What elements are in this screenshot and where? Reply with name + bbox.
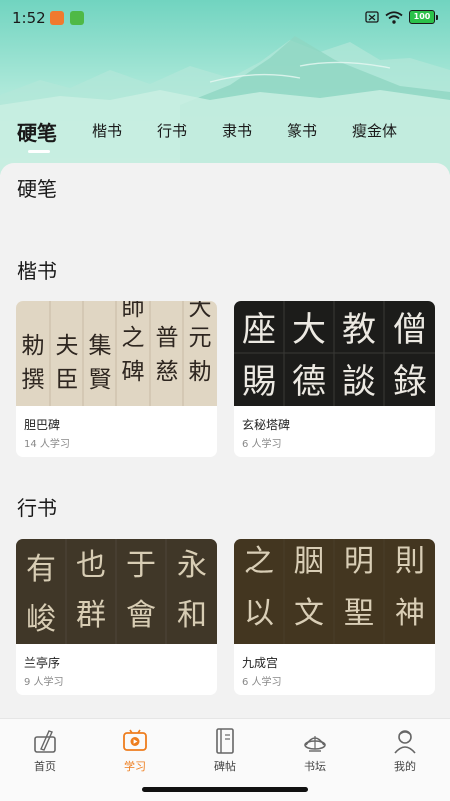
learner-count: 9 人学习 [24, 677, 64, 688]
sim-off-icon [365, 11, 379, 23]
nav-forum[interactable]: 书坛 [270, 727, 360, 783]
copybook-title: 胆巴碑 [24, 418, 61, 432]
copybook-title: 九成宫 [242, 656, 279, 670]
copybook-card[interactable]: 之 以 胭 文 明 聖 則 神 九成宫 6 人学习 [234, 539, 435, 695]
svg-text:元: 元 [189, 325, 212, 351]
copybook-thumbnail: 之 以 胭 文 明 聖 則 神 [234, 539, 435, 644]
copybook-card[interactable]: 有 峻 也 群 于 會 永 和 兰亭序 9 人学习 [16, 539, 217, 695]
tab-zhuanshu[interactable]: 篆书 [287, 120, 317, 141]
learner-count: 14 人学习 [24, 439, 70, 450]
svg-text:僧: 僧 [393, 310, 427, 350]
svg-text:德: 德 [292, 362, 326, 402]
nav-label: 学习 [124, 760, 146, 773]
home-brush-icon [34, 730, 56, 753]
svg-text:普: 普 [156, 325, 179, 351]
copybook-title: 玄秘塔碑 [242, 418, 291, 432]
svg-text:胭: 胭 [294, 544, 324, 579]
copybook-title: 兰亭序 [24, 656, 61, 670]
notification-android-icon [70, 11, 84, 25]
svg-text:會: 會 [126, 598, 156, 633]
svg-text:慈: 慈 [156, 359, 179, 385]
svg-text:夫: 夫 [56, 333, 79, 359]
nav-label: 书坛 [304, 760, 326, 773]
nav-study[interactable]: 学习 [90, 727, 180, 783]
svg-text:勅: 勅 [22, 333, 45, 359]
svg-text:碑: 碑 [122, 359, 145, 385]
content-panel[interactable]: 硬笔 楷书 師 夫 集 之 普 元 勅 撰 臣 賢 碑 慈 勅 大 胆巴碑 14… [0, 163, 450, 718]
tab-hardpen[interactable]: 硬笔 [17, 117, 57, 146]
forum-icon [304, 736, 326, 752]
study-video-icon [123, 729, 147, 751]
battery-icon: 100 [409, 10, 438, 24]
notification-app-icon [50, 11, 64, 25]
svg-text:座: 座 [242, 310, 276, 350]
svg-text:以: 以 [244, 596, 274, 631]
svg-text:教: 教 [342, 310, 376, 350]
nav-profile[interactable]: 我的 [360, 727, 450, 783]
copybook-thumbnail: 座 賜 大 德 教 談 僧 錄 [234, 301, 435, 406]
section-title-hardpen: 硬笔 [17, 177, 57, 201]
profile-icon [394, 730, 416, 754]
learner-count: 6 人学习 [242, 677, 282, 688]
svg-text:群: 群 [76, 598, 106, 633]
svg-text:大: 大 [292, 310, 326, 350]
nav-label: 碑帖 [214, 760, 236, 773]
svg-text:大: 大 [189, 301, 212, 321]
learner-count: 6 人学习 [242, 439, 282, 450]
svg-text:永: 永 [177, 548, 207, 583]
svg-text:師: 師 [122, 301, 145, 321]
svg-text:則: 則 [395, 544, 425, 579]
svg-text:神: 神 [395, 596, 425, 631]
tab-shoujinti[interactable]: 瘦金体 [352, 120, 397, 141]
svg-text:勅: 勅 [189, 359, 212, 385]
svg-text:集: 集 [89, 333, 112, 359]
copybook-thumbnail: 有 峻 也 群 于 會 永 和 [16, 539, 217, 644]
svg-text:峻: 峻 [26, 602, 56, 637]
book-icon [216, 728, 234, 754]
nav-copybooks[interactable]: 碑帖 [180, 727, 270, 783]
status-bar: 1:52 100 [0, 0, 450, 38]
svg-text:賢: 賢 [89, 367, 112, 393]
svg-text:于: 于 [126, 548, 156, 583]
svg-text:和: 和 [177, 598, 207, 633]
copybook-card[interactable]: 座 賜 大 德 教 談 僧 錄 玄秘塔碑 6 人学习 [234, 301, 435, 457]
copybook-card[interactable]: 師 夫 集 之 普 元 勅 撰 臣 賢 碑 慈 勅 大 胆巴碑 14 人学习 [16, 301, 217, 457]
battery-level: 100 [409, 10, 435, 24]
svg-text:文: 文 [294, 596, 324, 631]
svg-text:之: 之 [122, 325, 145, 351]
category-tabs: 硬笔 楷书 行书 隶书 篆书 瘦金体 [0, 112, 450, 158]
nav-label: 我的 [394, 760, 416, 773]
status-time: 1:52 [12, 9, 46, 27]
svg-text:聖: 聖 [344, 596, 374, 631]
tab-lishu[interactable]: 隶书 [222, 120, 252, 141]
wifi-icon [385, 10, 403, 24]
svg-text:有: 有 [26, 552, 56, 587]
nav-label: 首页 [34, 760, 56, 773]
section-title-xingshu: 行书 [17, 496, 57, 520]
svg-text:撰: 撰 [22, 367, 45, 393]
svg-text:談: 談 [342, 362, 376, 402]
svg-text:錄: 錄 [393, 362, 427, 402]
home-indicator[interactable] [142, 787, 308, 792]
svg-text:賜: 賜 [242, 362, 276, 402]
svg-text:明: 明 [344, 544, 374, 579]
section-title-kaishu: 楷书 [17, 259, 57, 283]
svg-text:之: 之 [244, 544, 274, 579]
tab-kaishu[interactable]: 楷书 [92, 120, 122, 141]
svg-text:臣: 臣 [56, 367, 79, 393]
tab-xingshu[interactable]: 行书 [157, 120, 187, 141]
active-tab-indicator [28, 150, 50, 153]
nav-home[interactable]: 首页 [0, 727, 90, 783]
svg-text:也: 也 [76, 548, 106, 583]
copybook-thumbnail: 師 夫 集 之 普 元 勅 撰 臣 賢 碑 慈 勅 大 [16, 301, 217, 406]
